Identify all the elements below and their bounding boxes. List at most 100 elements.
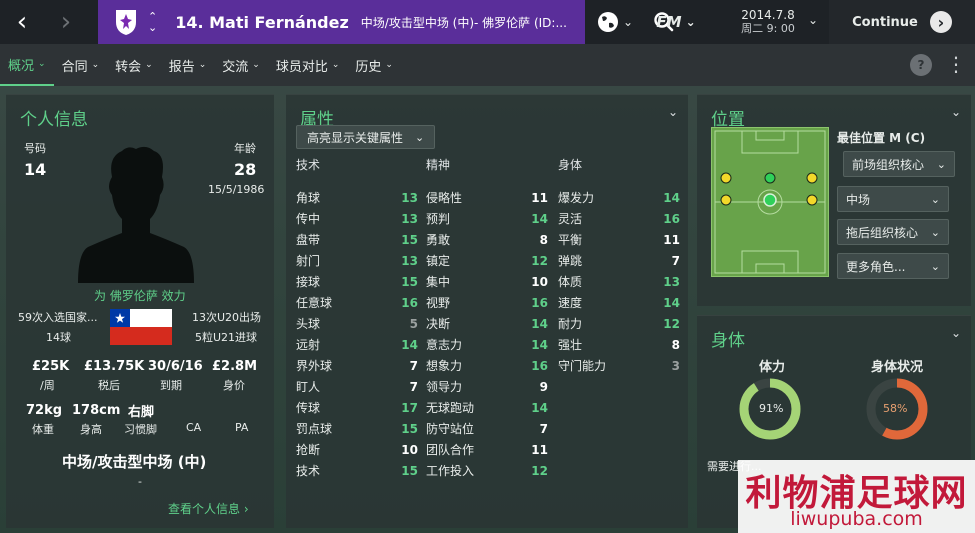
attribute-row[interactable]: 平衡 11 (558, 229, 680, 250)
attribute-row[interactable]: 强壮 8 (558, 334, 680, 355)
attribute-name: 决断 (426, 317, 451, 331)
number-label: 号码 (24, 142, 46, 155)
chevron-down-icon[interactable]: ⌄ (148, 22, 157, 33)
attribute-row[interactable]: 预判 14 (426, 208, 548, 229)
attribute-row[interactable]: 罚点球 15 (296, 418, 418, 439)
attribute-row[interactable]: 团队合作 11 (426, 439, 548, 460)
chevron-down-icon[interactable]: ⌄ (951, 326, 961, 340)
attribute-row[interactable]: 弹跳 7 (558, 250, 680, 271)
u21-goals: 5粒U21进球 (195, 331, 258, 344)
chevron-down-icon[interactable]: ⌄ (951, 105, 961, 119)
attribute-name: 弹跳 (558, 254, 583, 268)
attribute-row[interactable]: 镇定 12 (426, 250, 548, 271)
club-crest-icon[interactable] (112, 7, 140, 37)
attribute-row[interactable]: 耐力 12 (558, 313, 680, 334)
chevron-down-icon: ⌄ (252, 60, 260, 70)
attribute-value: 16 (531, 358, 548, 373)
personal-info-panel: 个人信息 号码 14 年龄 28 15/5/1986 为 佛罗伦萨 效力 59次… (6, 94, 274, 528)
attribute-value: 13 (401, 253, 418, 268)
attribute-value: 13 (401, 211, 418, 226)
view-personal-info-link[interactable]: 查看个人信息 › (168, 500, 249, 517)
attribute-value: 12 (531, 463, 548, 478)
role-dropdown-3[interactable]: 拖后组织核心 ⌄ (837, 219, 949, 245)
attribute-row[interactable]: 抢断 10 (296, 439, 418, 460)
attribute-row[interactable]: 灵活 16 (558, 208, 680, 229)
attribute-value: 11 (531, 190, 548, 205)
attribute-row[interactable]: 守门能力 3 (558, 355, 680, 376)
condition-label: 身体状况 (871, 360, 924, 375)
attribute-value: 15 (401, 463, 418, 478)
more-roles-dropdown[interactable]: 更多角色... ⌄ (837, 253, 949, 279)
forward-button[interactable]: › (44, 0, 88, 44)
fm-menu-button[interactable]: FM ⌄ (645, 0, 707, 44)
player-switch-arrows[interactable]: ⌃ ⌄ (148, 11, 157, 33)
attribute-row[interactable]: 体质 13 (558, 271, 680, 292)
tab-compare[interactable]: 球员对比 ⌄ (268, 44, 348, 86)
attribute-row[interactable]: 侵略性 11 (426, 187, 548, 208)
attribute-row[interactable]: 角球 13 (296, 187, 418, 208)
attribute-row[interactable]: 头球 5 (296, 313, 418, 334)
attribute-value: 16 (531, 295, 548, 310)
chevron-down-icon[interactable]: ⌄ (668, 105, 678, 119)
role-dropdown-1[interactable]: 前场组织核心 ⌄ (843, 151, 955, 177)
back-button[interactable]: ‹ (0, 0, 44, 44)
attribute-row[interactable]: 远射 14 (296, 334, 418, 355)
attribute-row[interactable]: 盯人 7 (296, 376, 418, 397)
attribute-row[interactable]: 勇敢 8 (426, 229, 548, 250)
chevron-down-icon: ⌄ (807, 13, 818, 27)
attribute-row[interactable]: 视野 16 (426, 292, 548, 313)
condition-value: 58% (883, 402, 908, 415)
attribute-value: 12 (663, 316, 680, 331)
plays-for-club-link[interactable]: 为 佛罗伦萨 效力 (94, 287, 186, 304)
more-options-icon[interactable]: ⋮ (946, 54, 966, 74)
panel-title: 身体 (711, 331, 745, 351)
attribute-row[interactable]: 爆发力 14 (558, 187, 680, 208)
tab-contract[interactable]: 合同 ⌄ (54, 44, 108, 86)
attribute-name: 传球 (296, 401, 321, 415)
chevron-down-icon: ⌄ (38, 59, 46, 69)
world-button[interactable]: ⌄ (586, 0, 644, 44)
attribute-row[interactable]: 盘带 15 (296, 229, 418, 250)
highlight-key-attributes-dropdown[interactable]: 高亮显示关键属性 ⌄ (296, 125, 436, 149)
attribute-row[interactable]: 技术 15 (296, 460, 418, 481)
attribute-row[interactable]: 传中 13 (296, 208, 418, 229)
tab-reports[interactable]: 报告 ⌄ (161, 44, 215, 86)
attribute-row[interactable]: 集中 10 (426, 271, 548, 292)
tab-history[interactable]: 历史 ⌄ (347, 44, 401, 86)
attribute-row[interactable]: 意志力 14 (426, 334, 548, 355)
help-icon[interactable]: ? (910, 54, 932, 76)
attribute-value: 7 (539, 421, 548, 436)
attribute-row[interactable]: 任意球 16 (296, 292, 418, 313)
tab-interaction[interactable]: 交流 ⌄ (214, 44, 268, 86)
player-subtitle: 中场/攻击型中场 (中)- 佛罗伦萨 (ID:... (360, 15, 567, 30)
attribute-value: 12 (531, 253, 548, 268)
attribute-row[interactable]: 决断 14 (426, 313, 548, 334)
tab-transfer[interactable]: 转会 ⌄ (107, 44, 161, 86)
attribute-row[interactable]: 想象力 16 (426, 355, 548, 376)
attribute-value: 14 (531, 211, 548, 226)
attribute-value: 14 (531, 400, 548, 415)
attribute-value: 10 (401, 442, 418, 457)
attribute-row[interactable]: 工作投入 12 (426, 460, 548, 481)
attribute-row[interactable]: 无球跑动 14 (426, 397, 548, 418)
attribute-row[interactable]: 传球 17 (296, 397, 418, 418)
attribute-row[interactable]: 射门 13 (296, 250, 418, 271)
attribute-row[interactable]: 领导力 9 (426, 376, 548, 397)
attribute-value: 7 (409, 358, 418, 373)
attribute-value: 16 (401, 295, 418, 310)
attribute-row[interactable]: 界外球 7 (296, 355, 418, 376)
date-display[interactable]: 2014.7.8 周二 9: 00 ⌄ (708, 0, 828, 44)
tab-overview[interactable]: 概况 ⌄ (0, 44, 54, 86)
attribute-row[interactable]: 速度 14 (558, 292, 680, 313)
attribute-row[interactable]: 接球 15 (296, 271, 418, 292)
attribute-name: 视野 (426, 296, 451, 310)
continue-button[interactable]: Continue › (829, 0, 975, 44)
attribute-name: 守门能力 (558, 359, 607, 373)
attribute-row[interactable]: 防守站位 7 (426, 418, 548, 439)
height-value: 178cm (72, 403, 121, 418)
international-caps: 59次入选国家... (18, 311, 98, 324)
player-title: 14. Mati Fernández (175, 12, 349, 32)
role-dropdown-2[interactable]: 中场 ⌄ (837, 186, 949, 212)
attribute-name: 接球 (296, 275, 321, 289)
position-dash: - (138, 475, 142, 488)
